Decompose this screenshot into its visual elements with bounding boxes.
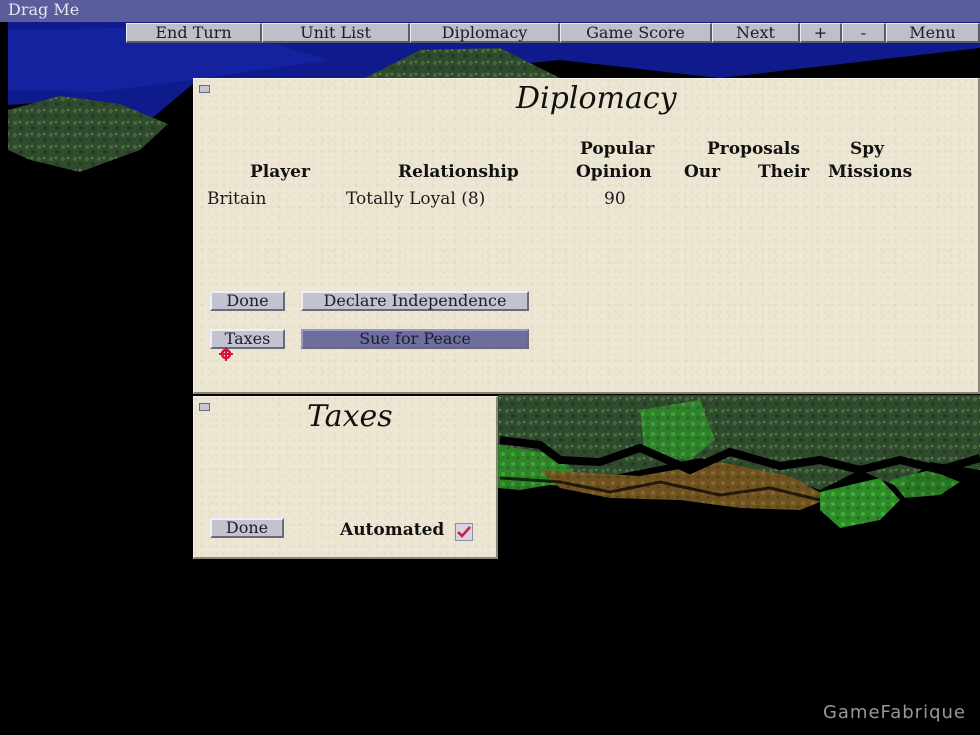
popular-header: Popular	[580, 139, 655, 159]
taxes-title: Taxes	[307, 399, 393, 434]
title-bar[interactable]: Drag Me	[0, 0, 980, 22]
diplomacy-done-button[interactable]: Done	[210, 291, 285, 311]
top-menu-bar: End Turn Unit List Diplomacy Game Score …	[126, 23, 980, 43]
taxes-done-button[interactable]: Done	[210, 518, 284, 538]
diplomacy-close-box[interactable]	[199, 85, 210, 93]
their-column-header: Their	[758, 162, 810, 182]
taxes-close-box[interactable]	[199, 403, 210, 411]
spy-header: Spy	[850, 139, 885, 159]
unit-list-button[interactable]: Unit List	[262, 23, 410, 43]
diplomacy-title: Diplomacy	[516, 81, 677, 116]
opinion-column-header: Opinion	[576, 162, 652, 182]
player-column-header: Player	[250, 162, 310, 182]
automated-label: Automated	[340, 520, 445, 540]
row-relationship: Totally Loyal (8)	[346, 189, 486, 209]
row-opinion: 90	[604, 189, 626, 209]
zoom-in-button[interactable]: +	[800, 23, 842, 43]
diplomacy-panel: Diplomacy Player Relationship Popular Op…	[193, 78, 980, 394]
game-score-button[interactable]: Game Score	[560, 23, 712, 43]
taxes-button[interactable]: Taxes	[210, 329, 285, 349]
end-turn-button[interactable]: End Turn	[126, 23, 262, 43]
checkmark-icon	[457, 526, 471, 538]
automated-checkbox[interactable]	[455, 523, 473, 541]
taxes-panel: Taxes Done Automated	[193, 396, 498, 559]
our-column-header: Our	[684, 162, 721, 182]
diplomacy-button[interactable]: Diplomacy	[410, 23, 560, 43]
row-player[interactable]: Britain	[207, 189, 266, 209]
declare-independence-button[interactable]: Declare Independence	[301, 291, 529, 311]
sue-for-peace-button[interactable]: Sue for Peace	[301, 329, 529, 349]
main-menu-button[interactable]: Menu	[886, 23, 980, 43]
relationship-column-header: Relationship	[398, 162, 519, 182]
watermark-logo: GameFabrique	[822, 702, 966, 723]
missions-column-header: Missions	[828, 162, 913, 182]
proposals-header: Proposals	[707, 139, 800, 159]
cursor-icon	[219, 347, 233, 361]
next-button[interactable]: Next	[712, 23, 800, 43]
zoom-out-button[interactable]: -	[842, 23, 886, 43]
